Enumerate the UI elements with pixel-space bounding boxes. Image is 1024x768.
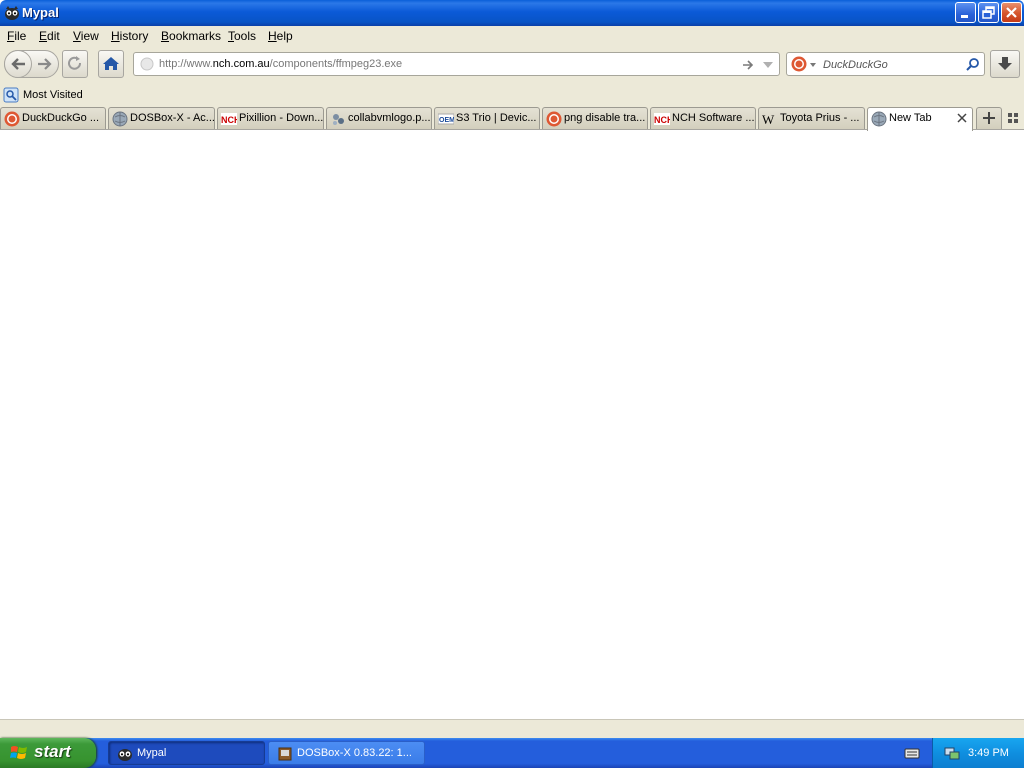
dosbox-icon xyxy=(278,747,292,761)
tab-close-icon[interactable] xyxy=(956,112,968,124)
oem-icon: OEM xyxy=(438,113,454,125)
menu-history[interactable]: History xyxy=(111,29,148,43)
home-icon xyxy=(103,57,119,70)
taskbar: start Mypal DOSBox-X 0.83.22: 1... 3:49 … xyxy=(0,738,1024,768)
plus-icon xyxy=(983,112,995,124)
tab-duckduckgo[interactable]: DuckDuckGo ... xyxy=(0,107,106,129)
svg-text:NCH: NCH xyxy=(221,115,237,125)
keyboard-layout-icon[interactable] xyxy=(904,746,920,760)
duckduckgo-engine-icon[interactable] xyxy=(791,56,807,72)
navigation-toolbar: http://www.nch.com.au/components/ffmpeg2… xyxy=(0,46,1024,84)
system-tray: 3:49 PM xyxy=(932,738,1024,768)
globe-icon xyxy=(112,111,128,127)
nch-icon: NCH xyxy=(221,113,237,125)
svg-text:W: W xyxy=(762,112,775,127)
mypal-app-icon xyxy=(5,6,19,20)
close-button[interactable] xyxy=(1001,2,1022,23)
start-button[interactable]: start xyxy=(0,738,96,768)
title-bar[interactable]: Mypal xyxy=(0,0,1024,26)
url-bar[interactable]: http://www.nch.com.au/components/ffmpeg2… xyxy=(133,52,780,76)
tab-toyota-prius[interactable]: W Toyota Prius - ... xyxy=(758,107,865,129)
taskbar-item-dosbox-x[interactable]: DOSBox-X 0.83.22: 1... xyxy=(268,741,425,765)
minimize-icon xyxy=(961,15,968,18)
tab-label: png disable tra... xyxy=(564,112,646,124)
duckduckgo-icon xyxy=(546,111,562,127)
image-file-icon xyxy=(333,114,344,125)
engine-dropdown-icon[interactable] xyxy=(809,61,817,69)
search-bar[interactable]: DuckDuckGo xyxy=(786,52,985,76)
back-forward-group xyxy=(4,50,59,78)
tab-label: NCH Software ... xyxy=(672,112,755,124)
tab-new-tab[interactable]: New Tab xyxy=(867,107,973,131)
forward-arrow-icon xyxy=(38,58,52,70)
nch-icon: NCH xyxy=(654,113,670,125)
tab-dosbox-x[interactable]: DOSBox-X - Ac... xyxy=(108,107,215,129)
new-tab-button[interactable] xyxy=(976,107,1002,129)
menu-bookmarks[interactable]: Bookmarks xyxy=(161,29,221,43)
windows-flag-icon xyxy=(10,746,27,759)
page-content[interactable] xyxy=(0,130,1024,719)
wikipedia-icon: W xyxy=(762,112,775,127)
network-icon[interactable] xyxy=(943,744,961,762)
close-icon xyxy=(1006,7,1017,18)
most-visited-icon xyxy=(3,87,19,103)
svg-text:NCH: NCH xyxy=(654,115,670,125)
back-button[interactable] xyxy=(4,50,32,78)
reload-button[interactable] xyxy=(62,50,88,78)
tab-s3-trio[interactable]: OEM S3 Trio | Devic... xyxy=(434,107,540,129)
tab-label: collabvmlogo.p... xyxy=(348,112,431,124)
start-label: start xyxy=(34,742,71,761)
status-bar xyxy=(0,719,1024,738)
tab-label: New Tab xyxy=(889,112,932,124)
tab-collabvmlogo[interactable]: collabvmlogo.p... xyxy=(326,107,432,129)
tab-label: DOSBox-X - Ac... xyxy=(130,112,215,124)
taskbar-item-mypal[interactable]: Mypal xyxy=(108,741,265,765)
restore-icon xyxy=(982,6,995,19)
tab-strip: DuckDuckGo ... DOSBox-X - Ac... NCH Pixi… xyxy=(0,106,1024,131)
tab-pixillion[interactable]: NCH Pixillion - Down... xyxy=(217,107,324,129)
tab-label: S3 Trio | Devic... xyxy=(456,112,537,124)
menu-bar: File Edit View History Bookmarks Tools H… xyxy=(0,26,1024,46)
clock: 3:49 PM xyxy=(968,747,1009,759)
tab-label: Pixillion - Down... xyxy=(239,112,324,124)
forward-button[interactable] xyxy=(35,54,55,74)
mypal-app-icon xyxy=(118,749,132,761)
bookmarks-toolbar: Most Visited xyxy=(0,84,1024,106)
menu-tools[interactable]: Tools xyxy=(228,29,256,43)
reload-icon xyxy=(68,56,82,70)
tab-label: Toyota Prius - ... xyxy=(780,112,860,124)
menu-edit[interactable]: Edit xyxy=(39,29,60,43)
bookmark-label: Most Visited xyxy=(23,89,83,101)
svg-text:OEM: OEM xyxy=(439,117,454,124)
globe-icon xyxy=(871,111,887,127)
list-all-tabs-icon[interactable] xyxy=(1006,111,1020,125)
tab-label: DuckDuckGo ... xyxy=(22,112,100,124)
duckduckgo-icon xyxy=(4,111,20,127)
menu-view[interactable]: View xyxy=(73,29,99,43)
restore-button[interactable] xyxy=(978,2,999,23)
tab-nch-software[interactable]: NCH NCH Software ... xyxy=(650,107,756,129)
taskbar-item-label: Mypal xyxy=(137,747,167,759)
window-title: Mypal xyxy=(22,5,59,20)
go-arrow-icon[interactable] xyxy=(741,58,755,72)
tab-png-disable[interactable]: png disable tra... xyxy=(542,107,648,129)
search-placeholder: DuckDuckGo xyxy=(823,59,888,71)
back-arrow-icon xyxy=(11,58,25,70)
url-history-dropdown-icon[interactable] xyxy=(761,58,775,72)
download-arrow-icon xyxy=(998,57,1012,70)
minimize-button[interactable] xyxy=(955,2,976,23)
page-globe-icon xyxy=(140,57,154,71)
taskbar-item-label: DOSBox-X 0.83.22: 1... xyxy=(297,747,412,759)
url-text[interactable]: http://www.nch.com.au/components/ffmpeg2… xyxy=(159,58,402,70)
home-button[interactable] xyxy=(98,50,124,78)
search-icon[interactable] xyxy=(965,57,980,72)
menu-file[interactable]: File xyxy=(7,29,26,43)
menu-help[interactable]: Help xyxy=(268,29,293,43)
downloads-button[interactable] xyxy=(990,50,1020,78)
